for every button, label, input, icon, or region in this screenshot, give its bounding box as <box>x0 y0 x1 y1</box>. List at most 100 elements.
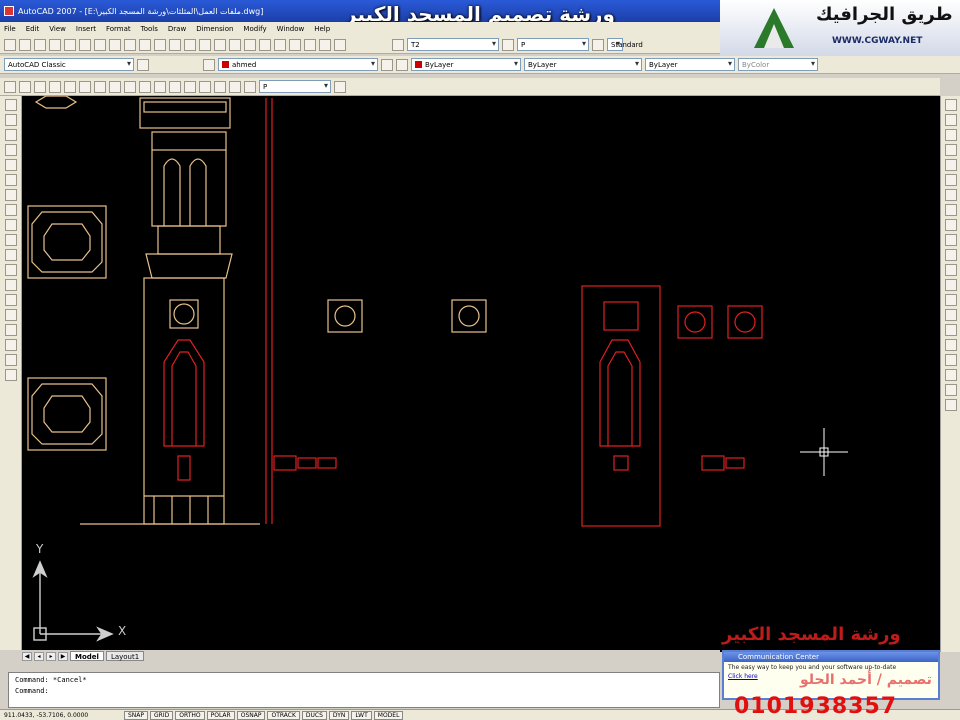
point-icon[interactable] <box>4 294 17 306</box>
paste-icon[interactable] <box>124 38 136 51</box>
snap-settings-icon[interactable] <box>944 369 957 381</box>
menu-edit[interactable]: Edit <box>26 25 40 33</box>
fillet-icon[interactable] <box>944 324 957 336</box>
multiline-text-icon[interactable] <box>4 369 17 381</box>
layer-manager-icon[interactable] <box>203 58 215 71</box>
mirror-icon[interactable] <box>944 129 957 141</box>
menu-file[interactable]: File <box>4 25 16 33</box>
layer-previous-icon[interactable] <box>396 58 408 71</box>
lwt-toggle[interactable]: LWT <box>351 710 372 720</box>
ortho-toggle[interactable]: ORTHO <box>175 710 205 720</box>
preview-icon[interactable] <box>64 38 76 51</box>
plot-icon[interactable] <box>49 38 61 51</box>
match-properties-icon[interactable] <box>139 38 151 51</box>
autocad-app-icon[interactable] <box>4 6 14 16</box>
snap-toggle[interactable]: SNAP <box>124 710 149 720</box>
center-mark-icon[interactable] <box>199 80 211 93</box>
erase-icon[interactable] <box>944 99 957 111</box>
menu-dimension[interactable]: Dimension <box>196 25 233 33</box>
trim-icon[interactable] <box>944 234 957 246</box>
open-icon[interactable] <box>19 38 31 51</box>
otrack-toggle[interactable]: OTRACK <box>267 710 300 720</box>
tab-model[interactable]: Model <box>70 651 104 661</box>
table-icon[interactable] <box>4 354 17 366</box>
dimension-style-icon[interactable] <box>334 80 346 93</box>
copy-object-icon[interactable] <box>944 114 957 126</box>
last-tab-icon[interactable]: ▶ <box>58 651 68 661</box>
osnap-toggle[interactable]: OSNAP <box>236 710 266 720</box>
osnap-endpoint-icon[interactable] <box>944 384 957 396</box>
spline-icon[interactable] <box>4 219 17 231</box>
menu-tools[interactable]: Tools <box>141 25 158 33</box>
menu-format[interactable]: Format <box>106 25 131 33</box>
scale-icon[interactable] <box>944 204 957 216</box>
rotate-icon[interactable] <box>944 189 957 201</box>
region-icon[interactable] <box>4 339 17 351</box>
properties-icon[interactable] <box>244 38 256 51</box>
sheet-set-icon[interactable] <box>289 38 301 51</box>
osnap-midpoint-icon[interactable] <box>944 399 957 411</box>
help-icon[interactable] <box>334 38 346 51</box>
polyline-icon[interactable] <box>4 129 17 141</box>
pan-icon[interactable] <box>184 38 196 51</box>
next-tab-icon[interactable]: ▸ <box>46 651 56 661</box>
circle-icon[interactable] <box>4 189 17 201</box>
polygon-icon[interactable] <box>4 144 17 156</box>
plotstyle-select[interactable]: ByColor <box>738 58 818 71</box>
dimension-text-edit-icon[interactable] <box>229 80 241 93</box>
command-prompt[interactable]: Command: <box>15 686 713 697</box>
undo-icon[interactable] <box>154 38 166 51</box>
tool-palettes-icon[interactable] <box>274 38 286 51</box>
design-center-icon[interactable] <box>259 38 271 51</box>
calculator-icon[interactable] <box>319 38 331 51</box>
dimension-update-icon[interactable] <box>244 80 256 93</box>
dimension-arc-icon[interactable] <box>34 80 46 93</box>
menu-help[interactable]: Help <box>314 25 330 33</box>
ellipse-icon[interactable] <box>4 234 17 246</box>
dim-style-select[interactable]: P <box>517 38 589 51</box>
text-style-select[interactable]: T2 <box>407 38 499 51</box>
stretch-icon[interactable] <box>944 219 957 231</box>
command-line[interactable]: Command: *Cancel* Command: <box>8 672 720 708</box>
menu-modify[interactable]: Modify <box>243 25 266 33</box>
extend-icon[interactable] <box>944 249 957 261</box>
cut-icon[interactable] <box>94 38 106 51</box>
draw-order-icon[interactable] <box>944 354 957 366</box>
tab-layout1[interactable]: Layout1 <box>105 651 145 661</box>
explode-icon[interactable] <box>944 339 957 351</box>
make-block-icon[interactable] <box>4 279 17 291</box>
dimension-diameter-icon[interactable] <box>94 80 106 93</box>
dimension-baseline-icon[interactable] <box>139 80 151 93</box>
line-icon[interactable] <box>4 99 17 111</box>
menu-window[interactable]: Window <box>277 25 305 33</box>
construction-line-icon[interactable] <box>4 114 17 126</box>
hatch-icon[interactable] <box>4 309 17 321</box>
break-icon[interactable] <box>944 279 957 291</box>
first-tab-icon[interactable]: ◀ <box>22 651 32 661</box>
dimension-edit-icon[interactable] <box>214 80 226 93</box>
menu-view[interactable]: View <box>49 25 66 33</box>
move-icon[interactable] <box>944 174 957 186</box>
tolerance-icon[interactable] <box>184 80 196 93</box>
arc-icon[interactable] <box>4 174 17 186</box>
dimension-jogged-icon[interactable] <box>79 80 91 93</box>
dyn-toggle[interactable]: DYN <box>328 710 350 720</box>
markup-icon[interactable] <box>304 38 316 51</box>
model-toggle[interactable]: MODEL <box>373 710 404 720</box>
rectangle-icon[interactable] <box>4 159 17 171</box>
dimension-continue-icon[interactable] <box>154 80 166 93</box>
chamfer-icon[interactable] <box>944 309 957 321</box>
dimension-linear-icon[interactable] <box>4 80 16 93</box>
new-icon[interactable] <box>4 38 16 51</box>
join-icon[interactable] <box>944 294 957 306</box>
dimension-angular-icon[interactable] <box>109 80 121 93</box>
revision-cloud-icon[interactable] <box>4 204 17 216</box>
publish-icon[interactable] <box>79 38 91 51</box>
drawing-canvas[interactable]: Y X <box>22 96 940 652</box>
copy-icon[interactable] <box>109 38 121 51</box>
dimension-ordinate-icon[interactable] <box>49 80 61 93</box>
linetype-select[interactable]: ByLayer <box>524 58 642 71</box>
lineweight-select[interactable]: ByLayer <box>645 58 735 71</box>
menu-insert[interactable]: Insert <box>76 25 96 33</box>
ellipse-arc-icon[interactable] <box>4 249 17 261</box>
